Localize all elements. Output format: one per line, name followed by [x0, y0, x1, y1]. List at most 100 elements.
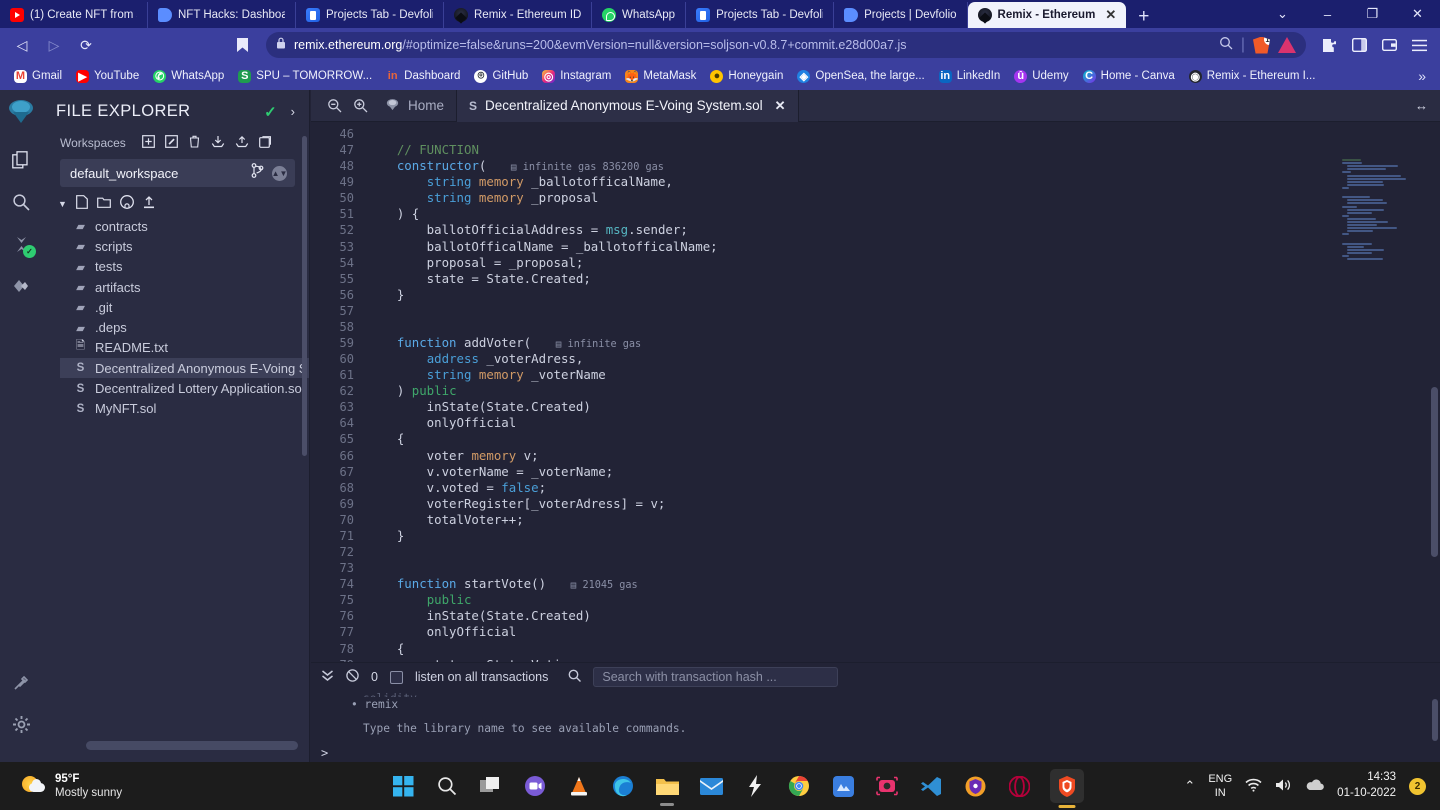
maximize-button[interactable]: ❐	[1350, 0, 1395, 28]
new-file-icon[interactable]	[76, 195, 88, 212]
editor-tab-home[interactable]: Home	[373, 90, 456, 122]
double-chevron-down-icon[interactable]	[321, 669, 334, 685]
workspace-dropdown-caret[interactable]: ▲▼	[272, 165, 287, 181]
camera-recorder-button[interactable]	[874, 771, 900, 801]
github-clone-icon[interactable]	[119, 195, 134, 212]
browser-tab[interactable]: NFT Hacks: Dashboard	[148, 2, 296, 28]
bookmark-item[interactable]: in LinkedIn	[933, 68, 1006, 85]
zoom-out-icon[interactable]	[321, 93, 347, 119]
expand-caret-icon[interactable]: ▼	[58, 199, 67, 209]
browser-tab-active[interactable]: Remix - Ethereum ✕	[967, 2, 1127, 28]
terminal-prompt[interactable]: >	[311, 736, 1440, 760]
tree-item-folder[interactable]: ▰ scripts	[60, 236, 309, 256]
terminal-vertical-scrollbar[interactable]	[1432, 699, 1438, 741]
rename-workspace-icon[interactable]	[164, 135, 178, 151]
new-folder-icon[interactable]	[97, 196, 111, 211]
bookmark-item[interactable]: 🦊 MetaMask	[619, 68, 702, 85]
opera-button[interactable]	[1006, 771, 1032, 801]
close-window-button[interactable]: ✕	[1395, 0, 1440, 28]
editor-tab-file[interactable]: S Decentralized Anonymous E-Voing System…	[456, 89, 799, 122]
reload-button[interactable]: ⟳	[72, 32, 100, 58]
browser-tab[interactable]: Projects Tab - Devfolio	[686, 2, 835, 28]
wifi-icon[interactable]	[1245, 778, 1262, 795]
vlc-button[interactable]	[566, 771, 592, 801]
bookmarks-overflow-button[interactable]: »	[1418, 68, 1432, 84]
tray-overflow-icon[interactable]: ⌃	[1184, 778, 1195, 794]
close-icon[interactable]: ✕	[775, 98, 786, 114]
browser-tab[interactable]: Projects Tab - Devfolio	[296, 2, 444, 28]
browser-tab[interactable]: (1) Create NFT from sc	[0, 2, 148, 28]
transaction-hash-search-input[interactable]: Search with transaction hash ...	[593, 667, 839, 687]
no-entry-icon[interactable]	[346, 669, 359, 685]
tree-item-file[interactable]: S MyNFT.sol	[60, 399, 309, 419]
search-button[interactable]	[434, 771, 460, 801]
file-explorer-button[interactable]	[654, 771, 680, 806]
atlas-button[interactable]	[830, 771, 856, 801]
sidebar-icon[interactable]	[1346, 32, 1372, 58]
publish-icon[interactable]	[143, 195, 155, 212]
brave-rewards-icon[interactable]	[1278, 37, 1296, 53]
new-tab-button[interactable]: +	[1126, 7, 1159, 28]
wallet-icon[interactable]	[1376, 32, 1402, 58]
tree-item-file[interactable]: 🗎 README.txt	[60, 338, 309, 358]
tree-item-file-selected[interactable]: S Decentralized Anonymous E-Voing S	[60, 358, 309, 379]
avast-button[interactable]	[962, 771, 988, 801]
lightshot-button[interactable]	[742, 771, 768, 801]
deploy-run-icon[interactable]	[4, 268, 38, 304]
panel-vertical-scrollbar[interactable]	[302, 136, 307, 456]
create-workspace-icon[interactable]	[141, 135, 155, 151]
panel-collapse-icon[interactable]: ›	[291, 104, 295, 119]
delete-workspace-icon[interactable]	[188, 135, 201, 151]
mail-button[interactable]	[698, 771, 724, 801]
upload-workspace-icon[interactable]	[235, 135, 249, 151]
extensions-icon[interactable]	[1316, 32, 1342, 58]
weather-widget[interactable]: 95°F Mostly sunny	[0, 772, 390, 801]
browser-tab[interactable]: WhatsApp	[592, 2, 687, 28]
task-view-button[interactable]	[478, 771, 504, 801]
language-indicator[interactable]: ENG IN	[1208, 772, 1232, 801]
volume-icon[interactable]	[1275, 778, 1292, 795]
settings-gear-icon[interactable]	[4, 706, 38, 742]
bookmark-icon[interactable]	[228, 32, 256, 58]
workspace-selector[interactable]: default_workspace ▲▼	[60, 159, 295, 187]
tree-item-folder[interactable]: ▰ artifacts	[60, 277, 309, 297]
close-tab-icon[interactable]: ✕	[1101, 7, 1116, 23]
tree-item-folder[interactable]: ▰ .deps	[60, 317, 309, 337]
tree-item-folder[interactable]: ▰ .git	[60, 297, 309, 317]
code-editor[interactable]: 46 47 // FUNCTION 48 constructor( ▤ infini…	[311, 122, 1440, 662]
listen-on-all-transactions-checkbox[interactable]	[389, 670, 403, 684]
address-bar[interactable]: remix.ethereum.org/#optimize=false&runs=…	[266, 32, 1306, 58]
vscode-button[interactable]	[918, 771, 944, 801]
tree-item-folder[interactable]: ▰ tests	[60, 257, 309, 277]
bookmark-item[interactable]: ◈ OpenSea, the large...	[791, 68, 930, 85]
notification-badge[interactable]: 2	[1409, 777, 1426, 795]
chrome-button[interactable]	[786, 771, 812, 801]
browser-tab[interactable]: Remix - Ethereum IDE	[444, 2, 592, 28]
search-icon[interactable]	[1219, 36, 1233, 55]
tab-search-button[interactable]: ⌄	[1260, 0, 1305, 28]
bookmark-item[interactable]: S SPU – TOMORROW...	[232, 68, 378, 85]
menu-icon[interactable]	[1406, 32, 1432, 58]
bookmark-item[interactable]: ✆ WhatsApp	[147, 68, 230, 85]
duplicate-workspace-icon[interactable]	[258, 135, 272, 151]
bookmark-item[interactable]: ⌾ GitHub	[468, 68, 534, 85]
onedrive-icon[interactable]	[1305, 778, 1325, 794]
bookmark-item[interactable]: ◎ Instagram	[536, 68, 617, 85]
bookmark-item[interactable]: C Home - Canva	[1077, 68, 1181, 85]
bookmark-item[interactable]: ▶ YouTube	[70, 68, 145, 85]
editor-vertical-scrollbar[interactable]	[1431, 387, 1438, 557]
solidity-compiler-icon[interactable]	[4, 226, 38, 262]
bookmark-item[interactable]: M Gmail	[8, 68, 68, 85]
git-branch-icon[interactable]	[251, 163, 264, 183]
edge-button[interactable]	[610, 771, 636, 801]
tree-item-folder[interactable]: ▰ contracts	[60, 216, 309, 236]
clock[interactable]: 14:33 01-10-2022	[1337, 770, 1396, 801]
zoom-in-icon[interactable]	[347, 93, 373, 119]
bookmark-item[interactable]: ◉ Remix - Ethereum I...	[1183, 68, 1322, 85]
forward-button[interactable]: ▷	[40, 32, 68, 58]
editor-minimap[interactable]	[1338, 156, 1432, 654]
remix-logo[interactable]	[5, 96, 37, 128]
plugin-manager-icon[interactable]	[4, 664, 38, 700]
browser-tab[interactable]: Projects | Devfolio	[834, 2, 968, 28]
file-explorer-icon[interactable]	[4, 142, 38, 178]
